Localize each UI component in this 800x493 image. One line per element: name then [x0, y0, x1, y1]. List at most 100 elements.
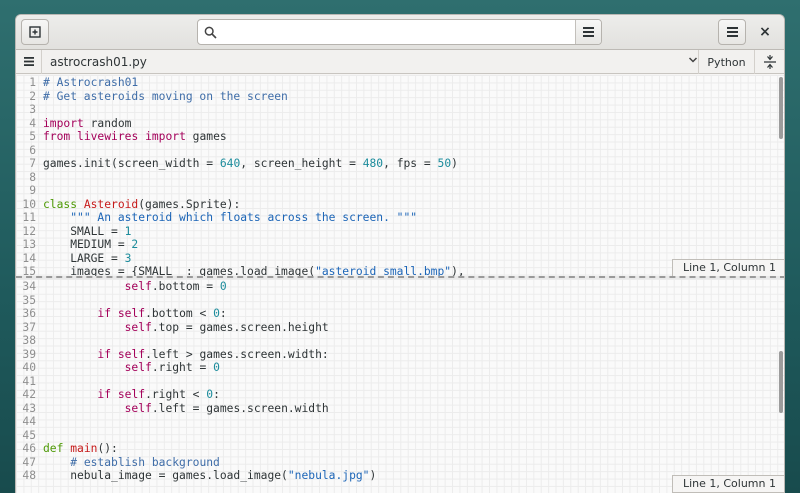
code-token: LARGE =: [43, 251, 125, 265]
file-name[interactable]: astrocrash01.py: [50, 55, 147, 69]
code-token: import: [43, 116, 84, 130]
line-number: 35: [22, 293, 36, 307]
new-document-button[interactable]: [21, 19, 49, 45]
code-line[interactable]: 41: [16, 375, 784, 389]
new-document-icon: [29, 26, 41, 38]
code-line[interactable]: 5 from livewires import games: [16, 130, 784, 144]
code-token: # establish background: [70, 455, 220, 469]
line-number: 46: [22, 442, 36, 455]
close-button[interactable]: ×: [752, 19, 778, 45]
scrollbar-thumb-top[interactable]: [779, 77, 783, 139]
code-line[interactable]: 15 images = {SMALL : games.load_image("a…: [16, 265, 784, 276]
code-token: self: [124, 361, 152, 374]
line-number: 45: [22, 428, 36, 442]
code-line[interactable]: 35: [16, 293, 784, 308]
code-token: from: [43, 130, 71, 143]
code-line[interactable]: 13 MEDIUM = 2: [16, 238, 784, 252]
code-view-top[interactable]: 1 # Astrocrash01 2 # Get asteroids moving o…: [16, 76, 784, 276]
code-token: import: [145, 130, 186, 143]
code-line[interactable]: 42 if self.right < 0:: [16, 388, 784, 402]
code-token: class: [43, 197, 78, 211]
code-line[interactable]: 48 nebula_image = games.load_image("nebu…: [16, 469, 784, 483]
code-line[interactable]: 46 def main():: [16, 442, 784, 456]
code-line[interactable]: 43 self.left = games.screen.width: [16, 402, 784, 416]
editor-window: × astrocrash01.py Python 1 # Astrocrash0…: [15, 14, 785, 493]
code-line[interactable]: 4 import random: [16, 116, 784, 131]
code-line[interactable]: 36 if self.bottom < 0:: [16, 307, 784, 321]
code-line[interactable]: 45: [16, 428, 784, 443]
document-tab-bar: astrocrash01.py Python: [16, 49, 784, 74]
code-line[interactable]: 34 self.bottom = 0: [16, 280, 784, 294]
line-number: 39: [22, 347, 36, 361]
code-text: self.left = games.screen.width: [43, 402, 784, 416]
code-line[interactable]: 38: [16, 334, 784, 348]
editor-pane-top[interactable]: 1 # Astrocrash01 2 # Get asteroids moving o…: [16, 75, 784, 276]
code-text: # Astrocrash01: [43, 76, 784, 90]
code-line[interactable]: 47 # establish background: [16, 455, 784, 470]
code-token: # Get asteroids moving on the screen: [43, 89, 288, 103]
code-token: 0: [213, 361, 220, 374]
code-text: if self.bottom < 0:: [43, 307, 784, 321]
editor-pane-bottom[interactable]: 34 self.bottom = 0 35 36 if self.bottom < …: [16, 279, 784, 493]
code-line[interactable]: 12 SMALL = 1: [16, 224, 784, 239]
code-line[interactable]: 44: [16, 415, 784, 429]
language-selector[interactable]: Python: [698, 50, 754, 74]
code-token: self: [117, 388, 146, 401]
line-number: 4: [29, 116, 36, 130]
search-options-button[interactable]: [575, 20, 601, 44]
search-box: [197, 19, 602, 45]
code-token: , screen_height =: [240, 157, 363, 170]
main-menu-button[interactable]: [718, 19, 746, 45]
code-line[interactable]: 8: [16, 171, 784, 185]
code-token: 480: [362, 157, 384, 170]
code-token: MEDIUM =: [43, 238, 132, 251]
code-line[interactable]: 10 class Asteroid(games.Sprite):: [16, 197, 784, 212]
code-token: 1: [124, 224, 132, 238]
code-token: :: [219, 307, 227, 320]
chevron-down-icon[interactable]: [688, 55, 698, 68]
code-view-bottom[interactable]: 34 self.bottom = 0 35 36 if self.bottom < …: [16, 280, 784, 483]
code-text: def main():: [43, 442, 784, 456]
code-line[interactable]: 1 # Astrocrash01: [16, 76, 784, 90]
line-number: 44: [22, 415, 36, 428]
code-line[interactable]: 6: [16, 144, 784, 158]
code-line[interactable]: 39 if self.left > games.screen.width:: [16, 347, 784, 362]
code-line[interactable]: 40 self.right = 0: [16, 361, 784, 375]
code-line[interactable]: 14 LARGE = 3: [16, 251, 784, 266]
code-line[interactable]: 7 games.init(screen_width = 640, screen_h…: [16, 157, 784, 171]
split-view-icon: [763, 55, 776, 69]
code-token: # Astrocrash01: [43, 76, 139, 89]
search-icon: [198, 20, 222, 44]
code-text: if self.right < 0:: [43, 388, 784, 402]
code-line[interactable]: 3: [16, 103, 784, 117]
split-view-button[interactable]: [754, 50, 784, 74]
code-token: 0: [213, 307, 220, 320]
line-number: 11: [22, 211, 36, 224]
code-text: import random: [43, 116, 784, 131]
code-text: SMALL = 1: [43, 224, 784, 239]
code-token: .bottom =: [151, 280, 220, 293]
code-line[interactable]: 37 self.top = games.screen.height: [16, 320, 784, 335]
code-text: if self.left > games.screen.width:: [43, 348, 784, 362]
code-token: .top = games.screen.height: [151, 320, 329, 334]
code-token: main: [70, 442, 98, 455]
code-token: :: [213, 388, 220, 401]
code-line[interactable]: 11 """ An asteroid which floats across t…: [16, 211, 784, 225]
document-menu-button[interactable]: [16, 49, 42, 74]
code-token: 3: [124, 251, 132, 265]
search-input[interactable]: [222, 20, 575, 44]
code-line[interactable]: 2 # Get asteroids moving on the screen: [16, 89, 784, 104]
scrollbar-thumb-bottom[interactable]: [779, 351, 783, 413]
code-text: """ An asteroid which floats across the …: [43, 211, 784, 225]
code-token: .bottom <: [145, 307, 214, 320]
line-number: 14: [22, 251, 36, 265]
line-number: 12: [22, 224, 36, 238]
code-line[interactable]: 9: [16, 184, 784, 198]
line-number: 5: [29, 130, 36, 143]
